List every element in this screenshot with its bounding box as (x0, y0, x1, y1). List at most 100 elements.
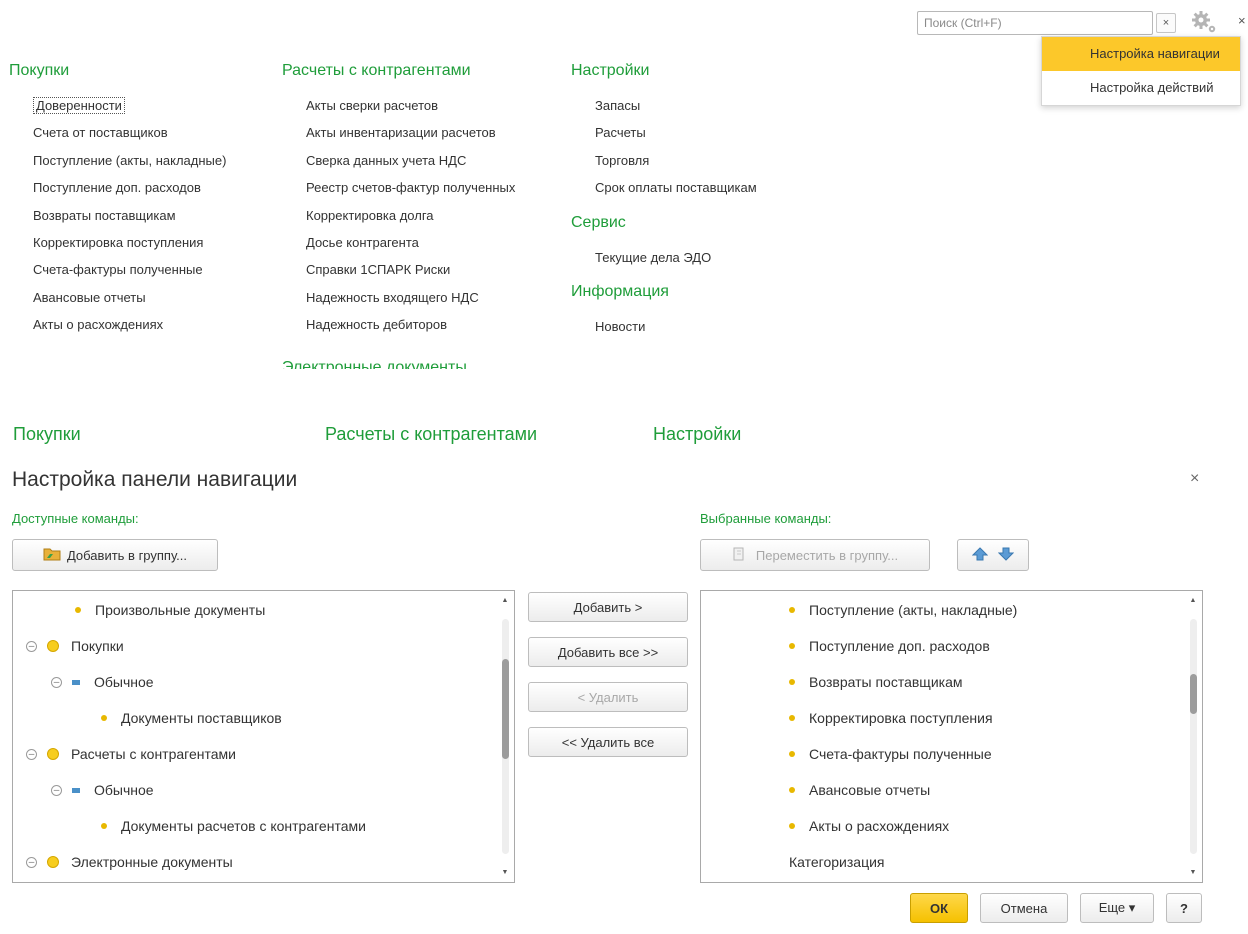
menu-item-actions-settings[interactable]: Настройка действий (1042, 71, 1240, 105)
list-item[interactable]: – Покупки (26, 628, 124, 664)
nav-link[interactable]: Авансовые отчеты (9, 284, 226, 311)
background-header: Расчеты с контрагентами (325, 424, 538, 444)
scrollbar[interactable]: ▲ ▼ (1188, 597, 1198, 876)
nav-link[interactable]: Новости (571, 313, 757, 340)
nav-link[interactable]: Реестр счетов-фактур полученных (282, 174, 515, 201)
nav-link[interactable]: Корректировка поступления (9, 229, 226, 256)
nav-link[interactable]: Акты инвентаризации расчетов (282, 119, 515, 146)
available-commands-label: Доступные команды: (12, 511, 139, 526)
scroll-track (1190, 619, 1197, 854)
remove-button[interactable]: < Удалить (528, 682, 688, 712)
search-field[interactable] (917, 11, 1153, 35)
list-item[interactable]: Счета-фактуры полученные (789, 736, 992, 772)
gear-icon[interactable] (1190, 9, 1218, 35)
nav-link[interactable]: Надежность входящего НДС (282, 284, 515, 311)
menu-item-navigation-settings[interactable]: Настройка навигации (1042, 37, 1240, 71)
dialog-title: Настройка панели навигации (12, 468, 298, 491)
nav-link[interactable]: Возвраты поставщикам (9, 202, 226, 229)
nav-link[interactable]: Справки 1СПАРК Риски (282, 256, 515, 283)
nav-link[interactable]: Сверка данных учета НДС (282, 147, 515, 174)
cancel-button[interactable]: Отмена (980, 893, 1068, 923)
arrow-up-icon[interactable] (971, 546, 989, 564)
available-commands-list[interactable]: Произвольные документы – Покупки – Обычное… (12, 590, 515, 883)
scroll-thumb[interactable] (1190, 674, 1197, 714)
search-input[interactable] (918, 12, 1152, 34)
add-all-button[interactable]: Добавить все >> (528, 637, 688, 667)
list-item[interactable]: Произвольные документы (75, 592, 265, 628)
collapse-icon[interactable]: – (26, 640, 37, 652)
list-item[interactable]: – Обычное (51, 772, 154, 808)
nav-link[interactable]: Срок оплаты поставщикам (571, 174, 757, 201)
scroll-down-icon[interactable]: ▼ (1188, 869, 1198, 876)
list-item[interactable]: Поступление (акты, накладные) (789, 592, 1017, 628)
list-item[interactable]: Корректировка поступления (789, 700, 993, 736)
scroll-thumb[interactable] (502, 659, 509, 759)
list-item[interactable]: Возвраты поставщикам (789, 664, 962, 700)
scrollbar[interactable]: ▲ ▼ (500, 597, 510, 876)
ok-button[interactable]: ОК (910, 893, 968, 923)
list-item[interactable]: Документы расчетов с контрагентами (101, 808, 366, 844)
nav-link[interactable]: Доверенности (9, 92, 226, 119)
navigation-settings-dialog: Настройка панели навигации × Доступные к… (0, 450, 1248, 934)
section-title: Настройки (571, 62, 650, 79)
arrow-down-icon[interactable] (997, 547, 1015, 564)
nav-link[interactable]: Корректировка долга (282, 202, 515, 229)
list-item[interactable]: – Расчеты с контрагентами (26, 736, 236, 772)
nav-link[interactable]: Акты сверки расчетов (282, 92, 515, 119)
bullet-icon (789, 787, 795, 793)
list-item[interactable]: – Обычное (51, 664, 154, 700)
nav-column-purchases: Покупки Доверенности Счета от поставщико… (9, 62, 226, 339)
nav-link[interactable]: Поступление доп. расходов (9, 174, 226, 201)
nav-link[interactable]: Счета-фактуры полученные (9, 256, 226, 283)
section-title: Сервис (571, 213, 626, 231)
nav-link[interactable]: Текущие дела ЭДО (571, 244, 757, 271)
list-item[interactable]: Авансовые отчеты (789, 772, 930, 808)
collapse-icon[interactable]: – (26, 748, 37, 760)
section-title: Расчеты с контрагентами (282, 62, 471, 79)
section-title: Покупки (9, 62, 70, 79)
help-button[interactable]: ? (1166, 893, 1202, 923)
move-buttons-group (957, 539, 1029, 571)
settings-dropdown-menu: Настройка навигации Настройка действий (1041, 36, 1241, 106)
close-icon[interactable]: × (1190, 470, 1199, 488)
search-clear-button[interactable]: × (1156, 13, 1176, 33)
list-item[interactable]: Категоризация (789, 844, 885, 880)
nav-link[interactable]: Надежность дебиторов (282, 311, 515, 338)
collapse-icon[interactable]: – (51, 784, 62, 796)
list-item[interactable]: Документы поставщиков (101, 700, 282, 736)
collapse-icon[interactable]: – (51, 676, 62, 688)
close-icon[interactable]: × (1238, 13, 1246, 28)
nav-link[interactable]: Запасы (571, 92, 757, 119)
list-item[interactable]: – Электронные документы (26, 844, 233, 880)
more-button[interactable]: Еще ▾ (1080, 893, 1154, 923)
nav-column-settlements: Расчеты с контрагентами Акты сверки расч… (282, 62, 515, 339)
scroll-up-icon[interactable]: ▲ (500, 597, 510, 604)
scroll-down-icon[interactable]: ▼ (500, 869, 510, 876)
nav-link[interactable]: Расчеты (571, 119, 757, 146)
bullet-icon (789, 823, 795, 829)
nav-link[interactable]: Поступление (акты, накладные) (9, 147, 226, 174)
add-button[interactable]: Добавить > (528, 592, 688, 622)
nav-link[interactable]: Акты о расхождениях (9, 311, 226, 338)
nav-column-settings: Настройки Запасы Расчеты Торговля Срок о… (571, 62, 757, 340)
scroll-track (502, 619, 509, 854)
group-icon (47, 856, 59, 868)
background-header: Покупки (13, 424, 81, 444)
nav-link[interactable]: Торговля (571, 147, 757, 174)
add-to-group-button[interactable]: Добавить в группу... (12, 539, 218, 571)
selected-commands-list[interactable]: Поступление (акты, накладные) Поступлени… (700, 590, 1203, 883)
bullet-icon (789, 679, 795, 685)
add-to-group-label: Добавить в группу... (66, 547, 188, 563)
group-icon (47, 640, 59, 652)
list-item[interactable]: Акты о расхождениях (789, 808, 949, 844)
remove-all-button[interactable]: << Удалить все (528, 727, 688, 757)
bullet-icon (75, 607, 81, 613)
move-to-group-button[interactable]: Переместить в группу... (700, 539, 930, 571)
nav-link[interactable]: Счета от поставщиков (9, 119, 226, 146)
bullet-icon (101, 823, 107, 829)
list-item[interactable]: Поступление доп. расходов (789, 628, 990, 664)
scroll-up-icon[interactable]: ▲ (1188, 597, 1198, 604)
collapse-icon[interactable]: – (26, 856, 37, 868)
nav-link[interactable]: Досье контрагента (282, 229, 515, 256)
bullet-icon (789, 715, 795, 721)
